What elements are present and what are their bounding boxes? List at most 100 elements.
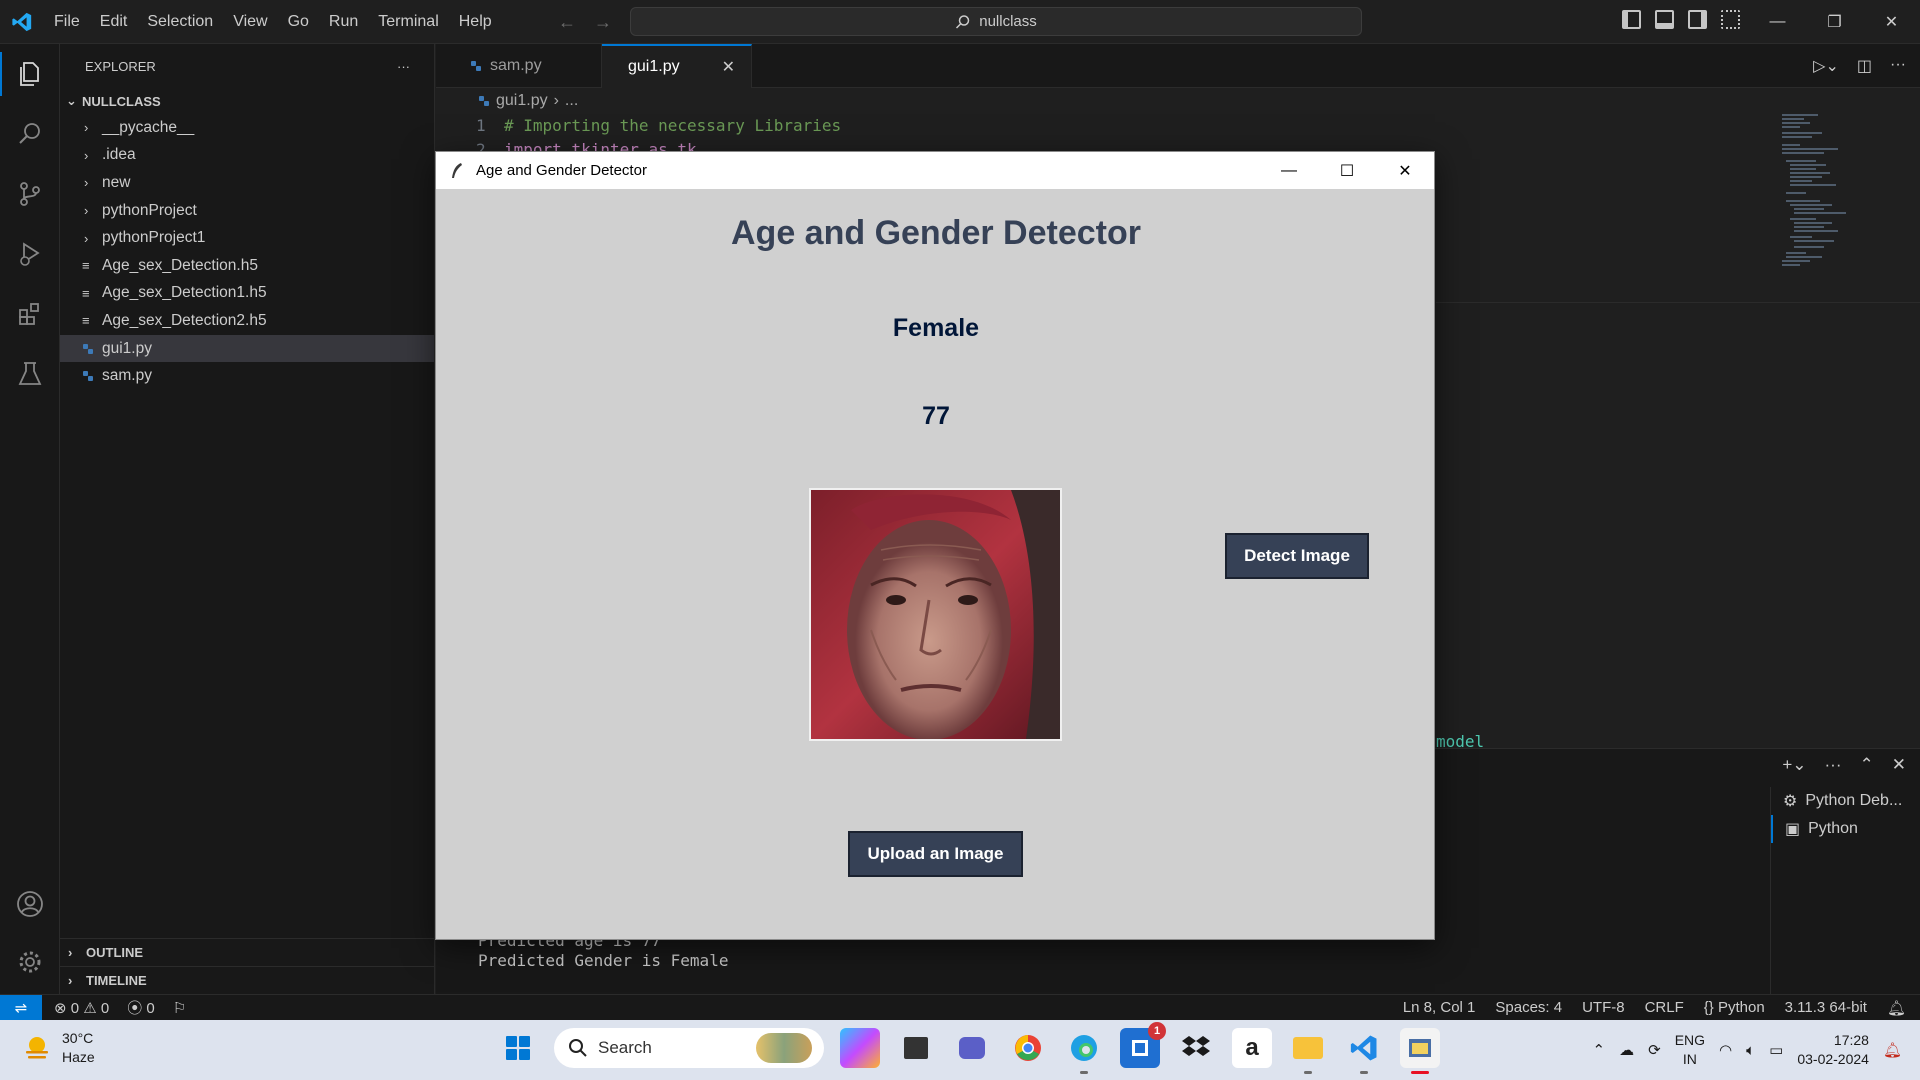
cursor-position[interactable]: Ln 8, Col 1: [1403, 999, 1476, 1016]
windows-start-icon[interactable]: [498, 1028, 538, 1068]
task-view-icon[interactable]: [896, 1028, 936, 1068]
run-file-icon[interactable]: ▷⌄: [1813, 56, 1839, 76]
weather-widget[interactable]: 30°C Haze: [22, 1029, 95, 1067]
breadcrumb-symbol[interactable]: ...: [565, 92, 578, 110]
tree-folder[interactable]: › pythonProject: [60, 197, 434, 225]
breadcrumb-file[interactable]: gui1.py: [496, 92, 548, 110]
extensions-icon[interactable]: [0, 284, 60, 344]
wifi-icon[interactable]: ◠: [1719, 1041, 1732, 1059]
tree-folder[interactable]: › __pycache__: [60, 114, 434, 142]
workspace-root[interactable]: ⌄ NULLCLASS: [60, 88, 434, 114]
tree-file[interactable]: ≡ Age_sex_Detection.h5: [60, 252, 434, 280]
tree-folder[interactable]: › new: [60, 169, 434, 197]
menu-go[interactable]: Go: [278, 0, 319, 44]
tree-folder[interactable]: › pythonProject1: [60, 224, 434, 252]
menu-run[interactable]: Run: [319, 0, 368, 44]
back-arrow-icon[interactable]: ←: [558, 12, 576, 33]
maximize-panel-icon[interactable]: ⌃: [1860, 755, 1874, 775]
teams-chat-icon[interactable]: [952, 1028, 992, 1068]
close-tab-icon[interactable]: ✕: [722, 57, 735, 77]
tree-file[interactable]: sam.py: [60, 362, 434, 390]
python-interpreter[interactable]: 3.11.3 64-bit: [1785, 999, 1867, 1016]
command-center-search[interactable]: nullclass: [630, 7, 1362, 36]
more-actions-icon[interactable]: ···: [1890, 56, 1906, 76]
error-count: 0: [70, 999, 80, 1017]
edge-icon[interactable]: [1064, 1028, 1104, 1074]
taskbar-search[interactable]: Search: [554, 1028, 824, 1068]
input-language[interactable]: ENG IN: [1675, 1031, 1705, 1069]
menu-view[interactable]: View: [223, 0, 277, 44]
more-actions-icon[interactable]: ···: [1825, 755, 1842, 775]
amazon-icon[interactable]: a: [1232, 1028, 1272, 1068]
predicted-age-label: 77: [922, 402, 950, 430]
python-tk-app-icon[interactable]: [1400, 1028, 1440, 1074]
dialog-minimize-icon[interactable]: —: [1260, 152, 1318, 189]
restore-icon[interactable]: ❐: [1806, 0, 1863, 44]
outline-section[interactable]: › OUTLINE: [60, 938, 435, 966]
microsoft-store-icon[interactable]: 1: [1120, 1022, 1166, 1068]
tab-sam-py[interactable]: sam.py: [452, 44, 602, 88]
debug-run-icon[interactable]: ⚐: [173, 999, 186, 1017]
panel-actions: +⌄ ··· ⌃ ✕: [1782, 755, 1906, 775]
temperature: 30°C: [62, 1030, 94, 1046]
dropbox-icon[interactable]: [1176, 1028, 1216, 1068]
show-hidden-icons-chevron-icon[interactable]: ⌃: [1593, 1041, 1606, 1059]
remote-window-icon[interactable]: ⇌: [0, 994, 42, 1021]
close-panel-icon[interactable]: ✕: [1892, 755, 1906, 775]
dialog-titlebar[interactable]: Age and Gender Detector — ☐ ✕: [436, 152, 1434, 189]
more-actions-icon[interactable]: ···: [397, 59, 410, 74]
sync-icon[interactable]: ⟳: [1648, 1041, 1661, 1059]
vscode-taskbar-icon[interactable]: [1344, 1028, 1384, 1074]
search-icon[interactable]: [0, 104, 60, 164]
copilot-icon[interactable]: [840, 1028, 880, 1068]
menu-file[interactable]: File: [44, 0, 90, 44]
accounts-icon[interactable]: [0, 874, 60, 934]
search-placeholder: Search: [598, 1038, 652, 1057]
terminal-tab-python-debug[interactable]: ⚙ Python Deb...: [1771, 787, 1920, 815]
close-icon[interactable]: ✕: [1863, 0, 1920, 44]
tab-gui1-py[interactable]: gui1.py ✕: [602, 44, 752, 88]
end-of-line[interactable]: CRLF: [1645, 999, 1684, 1016]
menu-edit[interactable]: Edit: [90, 0, 138, 44]
explorer-icon[interactable]: [0, 44, 60, 104]
tree-file[interactable]: ≡ Age_sex_Detection2.h5: [60, 307, 434, 335]
notification-bell-icon[interactable]: 🔔︎: [1883, 1041, 1902, 1059]
problems-indicator[interactable]: ⊗ 0 ⚠ 0: [54, 999, 109, 1017]
file-encoding[interactable]: UTF-8: [1582, 999, 1625, 1016]
file-explorer-icon[interactable]: [1288, 1028, 1328, 1074]
detect-image-button[interactable]: Detect Image: [1225, 533, 1369, 579]
notifications-bell-icon[interactable]: 🔔︎: [1887, 999, 1906, 1017]
onedrive-offline-icon[interactable]: ☁: [1619, 1041, 1634, 1059]
chrome-icon[interactable]: [1008, 1028, 1048, 1068]
menu-selection[interactable]: Selection: [137, 0, 223, 44]
tree-file[interactable]: ≡ Age_sex_Detection1.h5: [60, 280, 434, 308]
terminal-tab-python[interactable]: ▣ Python: [1771, 815, 1920, 843]
dialog-close-icon[interactable]: ✕: [1376, 152, 1434, 189]
upload-image-button[interactable]: Upload an Image: [848, 831, 1023, 877]
forward-arrow-icon[interactable]: →: [594, 12, 612, 33]
clock[interactable]: 17:28 03-02-2024: [1797, 1031, 1869, 1069]
volume-icon[interactable]: 🔈︎: [1746, 1042, 1755, 1059]
run-debug-icon[interactable]: [0, 224, 60, 284]
toggle-primary-sidebar-icon[interactable]: [1622, 10, 1641, 29]
tree-folder[interactable]: › .idea: [60, 142, 434, 170]
tree-file-selected[interactable]: gui1.py: [60, 334, 434, 363]
dialog-maximize-icon[interactable]: ☐: [1318, 152, 1376, 189]
ports-indicator[interactable]: ⦿ 0: [127, 997, 155, 1018]
source-control-icon[interactable]: [0, 164, 60, 224]
language-mode[interactable]: {} Python: [1704, 999, 1765, 1016]
toggle-panel-icon[interactable]: [1655, 10, 1674, 29]
menu-help[interactable]: Help: [449, 0, 502, 44]
minimize-icon[interactable]: —: [1749, 0, 1806, 44]
menu-terminal[interactable]: Terminal: [368, 0, 448, 44]
battery-icon[interactable]: ▭: [1769, 1041, 1783, 1059]
minimap[interactable]: [1782, 114, 1882, 304]
new-terminal-icon[interactable]: +⌄: [1782, 755, 1806, 775]
customize-layout-icon[interactable]: [1721, 10, 1740, 29]
testing-icon[interactable]: [0, 344, 60, 404]
split-editor-icon[interactable]: ◫: [1857, 56, 1872, 76]
timeline-section[interactable]: › TIMELINE: [60, 966, 435, 994]
toggle-secondary-sidebar-icon[interactable]: [1688, 10, 1707, 29]
manage-gear-icon[interactable]: [0, 932, 60, 992]
indentation[interactable]: Spaces: 4: [1495, 999, 1562, 1016]
